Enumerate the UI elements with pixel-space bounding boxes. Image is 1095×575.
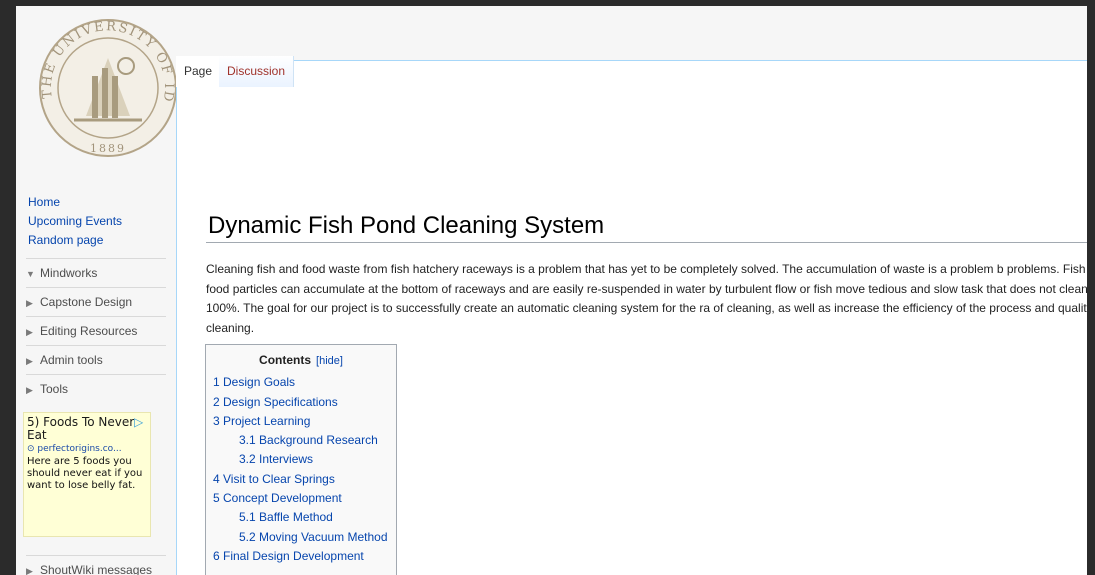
toc-heading: Contents [hide] [259,353,343,367]
triangle-right-icon: ▶ [26,566,33,575]
portal-editing-resources[interactable]: ▶ Editing Resources [26,316,166,345]
toc-list: 1 Design Goals 2 Design Specifications 3… [206,373,396,566]
sidebar-link-random-page[interactable]: Random page [28,231,122,250]
toc-link-design-specifications[interactable]: 2 Design Specifications [213,393,396,412]
toc-hide-link[interactable]: [hide] [316,355,343,367]
tab-page[interactable]: Page [176,56,222,87]
browser-page: THE UNIVERSITY OF IDAHO 1889 Home Upcomi… [16,6,1087,575]
triangle-right-icon: ▶ [26,356,33,366]
portal-shoutwiki-messages[interactable]: ▶ ShoutWiki messages [26,555,166,575]
triangle-right-icon: ▶ [26,327,33,337]
table-of-contents: Contents [hide] 1 Design Goals 2 Design S… [205,344,397,575]
portal-tools[interactable]: ▶ Tools [26,374,166,403]
toc-link-baffle-method[interactable]: 5.1 Baffle Method [213,508,396,527]
seal-year: 1889 [90,142,126,155]
triangle-right-icon: ▶ [26,298,33,308]
portal-mindworks[interactable]: ▼ Mindworks [26,258,166,287]
advertisement[interactable]: ▷ 5) Foods To Never Eat ⊙ perfectorigins… [23,412,151,537]
adchoices-icon[interactable]: ▷ [134,415,148,429]
portal-admin-tools[interactable]: ▶ Admin tools [26,345,166,374]
toc-link-concept-development[interactable]: 5 Concept Development [213,489,396,508]
ad-body[interactable]: Here are 5 foods you should never eat if… [27,456,147,492]
toc-link-background-research[interactable]: 3.1 Background Research [213,431,396,450]
university-seal-logo[interactable]: THE UNIVERSITY OF IDAHO 1889 [16,6,176,166]
portal-capstone-design[interactable]: ▶ Capstone Design [26,287,166,316]
intro-paragraph: Cleaning fish and food waste from fish h… [206,262,1087,335]
toc-link-moving-vacuum-method[interactable]: 5.2 Moving Vacuum Method [213,528,396,547]
tab-discussion[interactable]: Discussion [219,56,295,87]
toc-link-design-goals[interactable]: 1 Design Goals [213,373,396,392]
toc-link-final-design-development[interactable]: 6 Final Design Development [213,547,396,566]
toc-link-interviews[interactable]: 3.2 Interviews [213,450,396,469]
sidebar-link-home[interactable]: Home [28,193,122,212]
toc-link-visit-clear-springs[interactable]: 4 Visit to Clear Springs [213,470,396,489]
triangle-right-icon: ▶ [26,385,33,395]
page-title: Dynamic Fish Pond Cleaning System [208,212,605,239]
sidebar-link-upcoming-events[interactable]: Upcoming Events [28,212,122,231]
title-divider [206,242,1087,243]
toc-link-project-learning[interactable]: 3 Project Learning [213,412,396,431]
ad-source[interactable]: ⊙ perfectorigins.co... [27,444,147,454]
globe-icon: ⊙ [27,444,38,454]
sidebar-navigation: Home Upcoming Events Random page [28,193,122,250]
triangle-down-icon: ▼ [26,269,35,279]
ad-title[interactable]: 5) Foods To Never Eat [27,416,139,442]
